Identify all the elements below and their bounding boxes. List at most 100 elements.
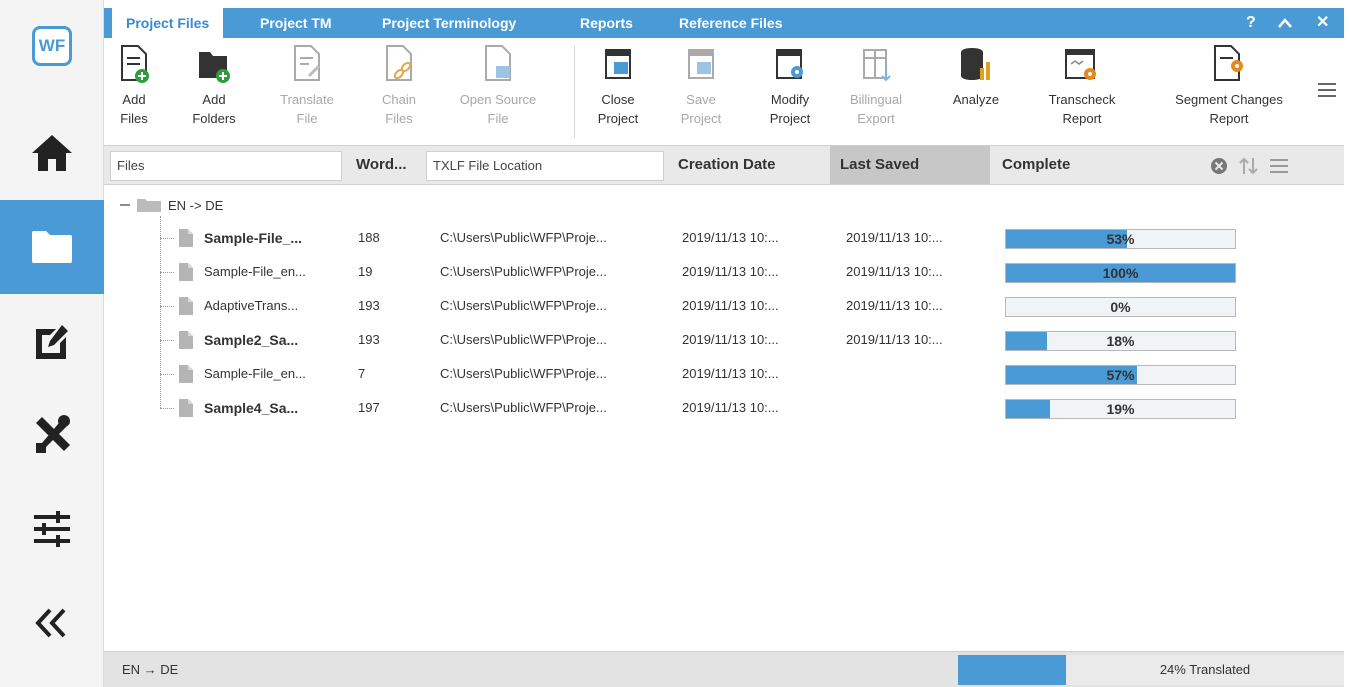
file-icon bbox=[179, 365, 193, 383]
last-saved-date bbox=[846, 357, 996, 391]
tree-line bbox=[160, 238, 174, 239]
location-filter-input[interactable]: TXLF File Location bbox=[426, 151, 664, 181]
analyze-button[interactable]: Analyze bbox=[942, 44, 1010, 109]
bilingual-export-button[interactable]: Billingual Export bbox=[844, 44, 908, 128]
word-count: 193 bbox=[358, 332, 380, 347]
tab-reference-files[interactable]: Reference Files bbox=[665, 8, 797, 38]
file-icon bbox=[179, 229, 193, 247]
tools-button[interactable] bbox=[0, 388, 104, 482]
files-filter-input[interactable]: Files bbox=[110, 151, 342, 181]
collapse-ribbon-button[interactable] bbox=[1278, 8, 1292, 38]
table-row[interactable]: Sample-File_... 188 C:\Users\Public\WFP\Pr… bbox=[104, 221, 1344, 255]
file-name: Sample4_Sa... bbox=[204, 400, 299, 416]
file-location: C:\Users\Public\WFP\Proje... bbox=[440, 264, 607, 279]
word-count: 7 bbox=[358, 366, 366, 381]
open-source-file-icon bbox=[485, 45, 511, 81]
bilingual-export-icon bbox=[863, 49, 891, 82]
projects-button[interactable] bbox=[0, 200, 104, 294]
last-saved-column-header[interactable]: Last Saved bbox=[830, 146, 990, 184]
creation-date-column-header[interactable]: Creation Date bbox=[668, 146, 828, 184]
completion-percent: 53% bbox=[1106, 231, 1135, 247]
tab-bar: Project Files Project TM Project Termino… bbox=[104, 8, 1344, 38]
settings-button[interactable] bbox=[0, 482, 104, 576]
last-saved-date: 2019/11/13 10:... bbox=[846, 264, 943, 279]
file-name: Sample-File_en... bbox=[204, 366, 306, 381]
words-column-header[interactable]: Word... bbox=[346, 146, 426, 184]
completion-progress-bar: 100% bbox=[1005, 263, 1236, 283]
file-icon bbox=[179, 263, 193, 281]
creation-date: 2019/11/13 10:... bbox=[682, 332, 779, 347]
creation-date: 2019/11/13 10:... bbox=[682, 230, 779, 245]
completion-percent: 0% bbox=[1110, 299, 1131, 315]
tools-icon bbox=[36, 415, 70, 453]
table-row[interactable]: AdaptiveTrans... 193 C:\Users\Public\WFP\P… bbox=[104, 289, 1344, 323]
status-bar: EN → DE 24% Translated bbox=[104, 651, 1344, 687]
add-folder-icon bbox=[199, 52, 230, 83]
add-files-label: Add Files bbox=[120, 92, 148, 126]
segment-changes-report-button[interactable]: Segment Changes Report bbox=[1156, 44, 1302, 128]
transcheck-report-button[interactable]: Transcheck Report bbox=[1034, 44, 1130, 128]
add-folders-button[interactable]: Add Folders bbox=[186, 44, 242, 128]
completion-progress-bar: 19% bbox=[1005, 399, 1236, 419]
close-project-button[interactable]: Close Project bbox=[588, 44, 648, 128]
add-folders-label: Add Folders bbox=[192, 92, 236, 126]
edit-button[interactable] bbox=[0, 294, 104, 388]
file-icon bbox=[179, 331, 193, 349]
open-source-file-button[interactable]: Open Source File bbox=[452, 44, 544, 128]
ribbon-menu-button[interactable] bbox=[1318, 82, 1336, 101]
last-saved-date: 2019/11/13 10:... bbox=[846, 230, 943, 245]
analyze-label: Analyze bbox=[952, 92, 1000, 107]
last-saved-date bbox=[846, 391, 996, 425]
close-project-icon bbox=[605, 49, 631, 79]
chain-files-button[interactable]: Chain Files bbox=[374, 44, 424, 128]
tab-project-files[interactable]: Project Files bbox=[112, 8, 224, 38]
creation-date: 2019/11/13 10:... bbox=[682, 366, 779, 381]
home-icon bbox=[32, 135, 72, 171]
analyze-icon bbox=[961, 48, 990, 80]
collapse-sidebar-button[interactable] bbox=[0, 576, 104, 670]
chevron-up-icon bbox=[1278, 17, 1292, 28]
modify-project-button[interactable]: Modify Project bbox=[758, 44, 822, 128]
home-button[interactable] bbox=[0, 106, 104, 200]
word-count: 19 bbox=[358, 264, 373, 279]
close-project-label: Close Project bbox=[597, 92, 639, 126]
save-project-button[interactable]: Save Project bbox=[676, 44, 726, 128]
table-row[interactable]: Sample-File_en... 19 C:\Users\Public\WFP\P… bbox=[104, 255, 1344, 289]
hamburger-menu-icon bbox=[1318, 83, 1336, 97]
ribbon-toolbar: Add Files Add Folders Translate File Cha… bbox=[104, 38, 1344, 144]
help-button[interactable]: ? bbox=[1246, 8, 1256, 38]
close-button[interactable]: ✕ bbox=[1316, 8, 1329, 38]
translate-file-label: Translate File bbox=[280, 92, 334, 126]
file-icon bbox=[179, 297, 193, 315]
completion-progress-bar: 0% bbox=[1005, 297, 1236, 317]
add-files-button[interactable]: Add Files bbox=[110, 44, 158, 128]
translate-file-icon bbox=[294, 45, 321, 81]
column-menu-button[interactable] bbox=[1270, 158, 1288, 177]
tab-project-terminology[interactable]: Project Terminology bbox=[368, 8, 530, 38]
table-row[interactable]: Sample-File_en... 7 C:\Users\Public\WFP\Pr… bbox=[104, 357, 1344, 391]
file-location: C:\Users\Public\WFP\Proje... bbox=[440, 366, 607, 381]
language-group[interactable]: EN -> DE bbox=[118, 194, 223, 216]
tab-reports[interactable]: Reports bbox=[566, 8, 647, 38]
ribbon-separator bbox=[574, 46, 575, 138]
file-location: C:\Users\Public\WFP\Proje... bbox=[440, 298, 607, 313]
group-label: EN -> DE bbox=[168, 197, 224, 213]
add-file-icon bbox=[121, 45, 149, 83]
completion-percent: 19% bbox=[1106, 401, 1135, 417]
segment-changes-report-label: Segment Changes Report bbox=[1175, 92, 1283, 126]
tree-line bbox=[160, 306, 174, 307]
completion-progress-bar: 18% bbox=[1005, 331, 1236, 351]
sort-button[interactable] bbox=[1238, 156, 1260, 179]
segment-changes-report-icon bbox=[1214, 45, 1243, 81]
file-tree: EN -> DE Sample-File_... 188 C:\Users\Publ… bbox=[104, 186, 1344, 650]
status-language-pair: EN → DE bbox=[122, 662, 179, 677]
complete-column-header[interactable]: Complete bbox=[992, 146, 1172, 184]
file-name: Sample-File_... bbox=[204, 230, 303, 246]
table-row[interactable]: Sample4_Sa... 197 C:\Users\Public\WFP\Proj… bbox=[104, 391, 1344, 425]
modify-project-icon bbox=[776, 49, 803, 79]
tab-project-tm[interactable]: Project TM bbox=[246, 8, 346, 38]
table-row[interactable]: Sample2_Sa... 193 C:\Users\Public\WFP\Proj… bbox=[104, 323, 1344, 357]
clear-filter-button[interactable] bbox=[1210, 157, 1228, 178]
translate-file-button[interactable]: Translate File bbox=[272, 44, 342, 128]
creation-date: 2019/11/13 10:... bbox=[682, 400, 779, 415]
